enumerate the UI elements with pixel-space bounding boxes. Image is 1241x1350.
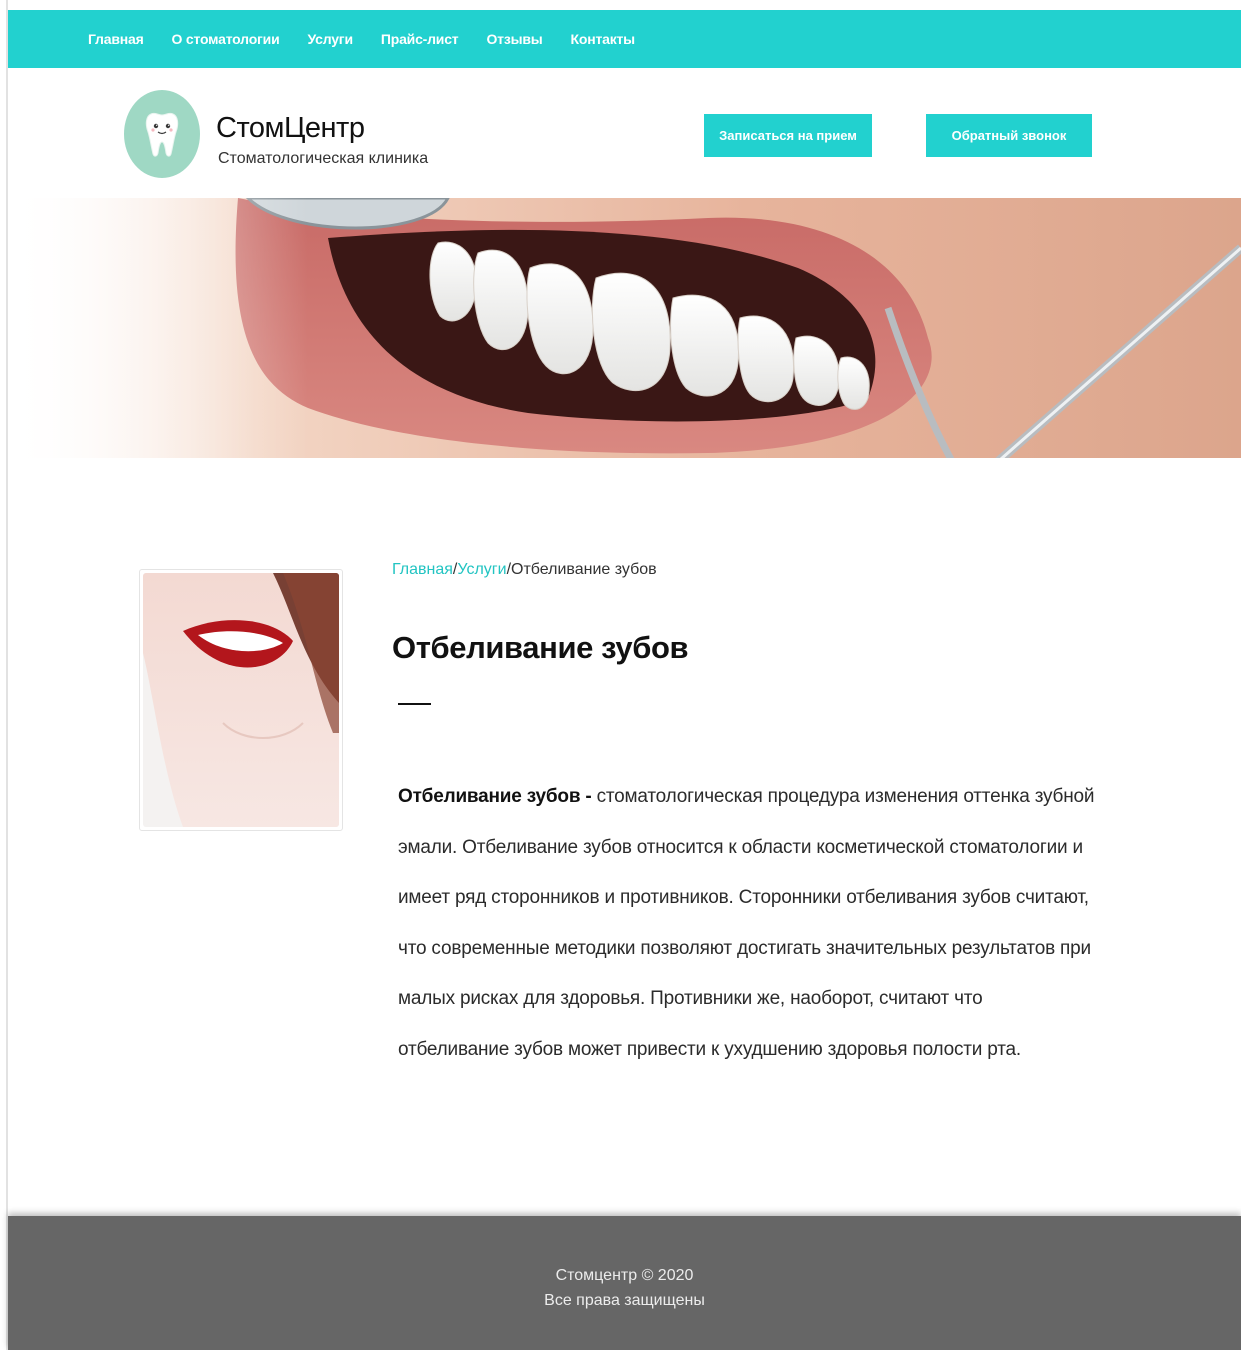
hero-banner-image [8,198,1241,458]
article-body: стоматологическая процедура изменения от… [398,786,1095,1060]
breadcrumb-current: Отбеливание зубов [511,561,657,578]
nav-item-services[interactable]: Услуги [308,31,354,47]
footer-copyright: Стомцентр © 2020 [555,1267,694,1284]
tooth-logo-icon[interactable] [124,90,200,178]
breadcrumb-services-link[interactable]: Услуги [457,561,506,578]
site-header: СтомЦентр Стоматологическая клиника Запи… [8,68,1241,198]
article-text: Отбеливание зубов - стоматологическая пр… [398,772,1098,1075]
woman-smile-photo [143,573,339,827]
breadcrumb: Главная/Услуги/Отбеливание зубов [392,561,657,579]
callback-button[interactable]: Обратный звонок [926,114,1092,157]
brand-subtitle: Стоматологическая клиника [218,150,429,167]
nav-item-about[interactable]: О стоматологии [172,31,280,47]
smile-closeup-illustration [8,198,1241,458]
page-left-border [0,0,8,1350]
book-appointment-button[interactable]: Записаться на прием [704,114,872,157]
article-term: Отбеливание зубов - [398,786,592,807]
brand-title[interactable]: СтомЦентр [216,112,365,145]
nav-item-reviews[interactable]: Отзывы [486,31,542,47]
tooth-icon [145,112,179,157]
title-divider [398,703,431,705]
footer-rights: Все права защищены [544,1292,705,1309]
nav-item-contacts[interactable]: Контакты [571,31,636,47]
side-photo-frame [139,569,343,831]
page-title: Отбеливание зубов [392,630,689,665]
site-footer: Стомцентр © 2020 Все права защищены [8,1216,1241,1350]
nav-item-home[interactable]: Главная [88,31,144,47]
breadcrumb-home-link[interactable]: Главная [392,561,453,578]
nav-item-prices[interactable]: Прайс-лист [381,31,459,47]
top-navigation: Главная О стоматологии Услуги Прайс-лист… [8,10,1241,68]
